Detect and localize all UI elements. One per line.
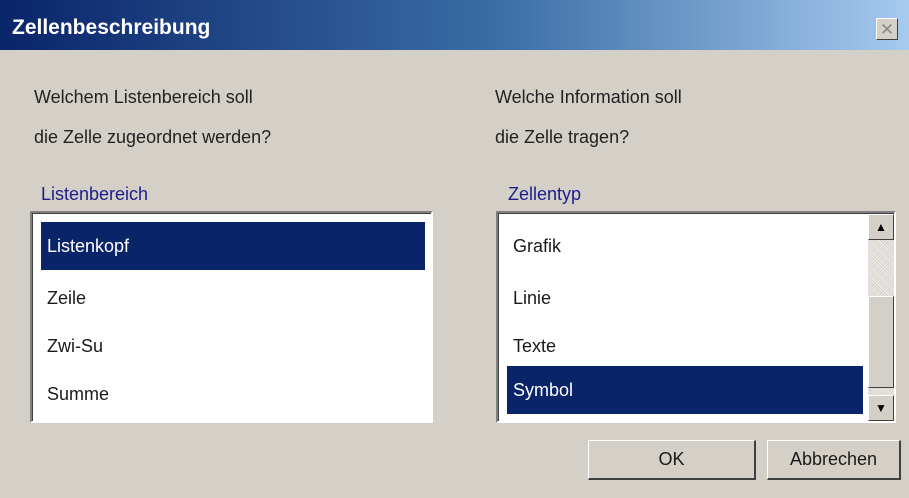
arrow-up-icon: ▲ [875, 220, 887, 234]
list-item-summe[interactable]: Summe [41, 370, 425, 418]
list-item-listenkopf[interactable]: Listenkopf [41, 222, 425, 270]
area-question: Welchem Listenbereich soll die Zelle zug… [34, 77, 271, 157]
list-item-linie[interactable]: Linie [507, 274, 863, 322]
close-icon: ✕ [879, 19, 895, 39]
title-bar: Zellenbeschreibung ✕ [0, 0, 909, 50]
list-item-grafik[interactable]: Grafik [507, 222, 863, 270]
scroll-up-button[interactable]: ▲ [868, 214, 894, 240]
list-item-zwi-su[interactable]: Zwi-Su [41, 322, 425, 370]
area-question-line-2: die Zelle zugeordnet werden? [34, 127, 272, 147]
list-item-texte[interactable]: Texte [507, 322, 863, 370]
listenbereich-listbox[interactable]: Listenkopf Zeile Zwi-Su Summe [30, 211, 433, 423]
cancel-button-label: Abbrechen [789, 449, 878, 469]
ok-button-label: OK [658, 449, 685, 469]
info-question-line-1: Welche Information soll [495, 87, 682, 107]
ok-button[interactable]: OK [588, 440, 756, 480]
list-item-symbol[interactable]: Symbol [507, 366, 863, 414]
arrow-down-icon: ▼ [875, 401, 887, 415]
window-title: Zellenbeschreibung [12, 16, 211, 39]
info-question: Welche Information soll die Zelle tragen… [495, 77, 682, 157]
zellentyp-listbox[interactable]: Grafik Linie Texte Symbol ▲ ▼ [496, 211, 896, 423]
vertical-scrollbar[interactable]: ▲ ▼ [868, 214, 894, 421]
listenbereich-label: Listenbereich [41, 184, 149, 204]
scroll-down-button[interactable]: ▼ [868, 395, 894, 421]
zellentyp-label: Zellentyp [508, 184, 582, 204]
area-question-line-1: Welchem Listenbereich soll [34, 87, 253, 107]
list-item-zeile[interactable]: Zeile [41, 274, 425, 322]
scroll-thumb[interactable] [868, 296, 894, 388]
info-question-line-2: die Zelle tragen? [495, 127, 630, 147]
close-button[interactable]: ✕ [876, 18, 898, 40]
cancel-button[interactable]: Abbrechen [767, 440, 901, 480]
